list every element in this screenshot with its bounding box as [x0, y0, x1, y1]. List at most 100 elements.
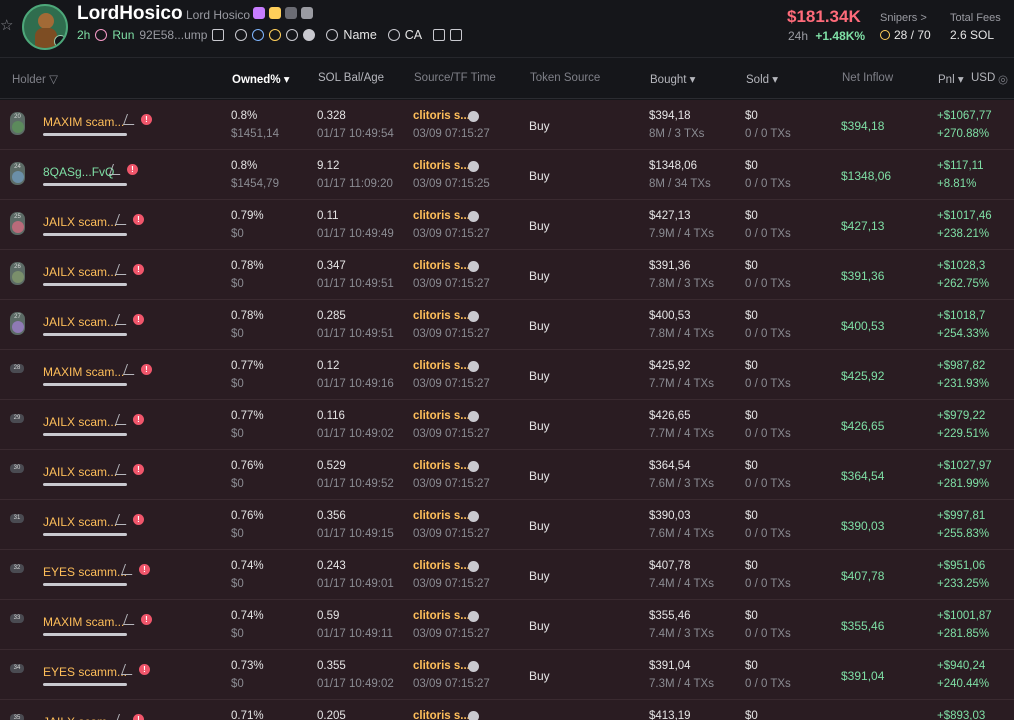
source-menu-icon[interactable]: [468, 111, 479, 122]
col-bought[interactable]: Bought ▾: [650, 72, 695, 86]
alert-icon[interactable]: !: [133, 414, 144, 425]
table-row[interactable]: 30 JAILX scam... ! 0.76% $0 0.529 01/17 …: [0, 450, 1014, 500]
funding-source[interactable]: clitoris s...: [413, 410, 470, 422]
col-sold[interactable]: Sold ▾: [746, 72, 778, 86]
search-ca-link[interactable]: CA: [405, 28, 422, 42]
source-menu-icon[interactable]: [468, 361, 479, 372]
table-row[interactable]: 33 MAXIM scam... ! 0.74% $0 0.59 01/17 1…: [0, 600, 1014, 650]
funding-source[interactable]: clitoris s...: [413, 660, 470, 672]
holder-name[interactable]: JAILX scam...: [43, 515, 117, 529]
holder-name[interactable]: JAILX scam...: [43, 265, 117, 279]
alert-icon[interactable]: !: [139, 564, 150, 575]
holder-name[interactable]: EYES scamm...: [43, 565, 127, 579]
telegram-icon[interactable]: [286, 29, 299, 41]
edit-icon[interactable]: [122, 114, 139, 125]
holder-name[interactable]: MAXIM scam...: [43, 365, 124, 379]
token-avatar[interactable]: [22, 4, 68, 50]
table-row[interactable]: 34 EYES scamm... ! 0.73% $0 0.355 01/17 …: [0, 650, 1014, 700]
table-row[interactable]: 25 JAILX scam... ! 0.79% $0 0.11 01/17 1…: [0, 200, 1014, 250]
funding-source[interactable]: clitoris s...: [413, 210, 470, 222]
globe-icon[interactable]: [235, 29, 248, 41]
source-menu-icon[interactable]: [468, 311, 479, 322]
table-row[interactable]: 24 8QASg...FvQ ! 0.8% $1454,79 9.12 01/1…: [0, 150, 1014, 200]
snipers-link[interactable]: Snipers >: [880, 12, 927, 24]
alert-icon[interactable]: !: [141, 614, 152, 625]
alert-icon[interactable]: !: [141, 364, 152, 375]
table-row[interactable]: 27 JAILX scam... ! 0.78% $0 0.285 01/17 …: [0, 300, 1014, 350]
holder-name[interactable]: MAXIM scam...: [43, 115, 124, 129]
alert-icon[interactable]: !: [139, 664, 150, 675]
edit-icon[interactable]: [108, 164, 125, 175]
table-row[interactable]: 29 JAILX scam... ! 0.77% $0 0.116 01/17 …: [0, 400, 1014, 450]
col-owned[interactable]: Owned% ▾: [232, 72, 290, 86]
token-address[interactable]: 92E58...ump: [139, 28, 207, 42]
source-menu-icon[interactable]: [468, 461, 479, 472]
alert-icon[interactable]: !: [133, 264, 144, 275]
funding-source[interactable]: clitoris s...: [413, 560, 470, 572]
edit-icon[interactable]: [120, 564, 137, 575]
external-link-icon[interactable]: [433, 29, 446, 41]
search-name-icon[interactable]: [326, 29, 339, 41]
table-row[interactable]: 32 EYES scamm... ! 0.74% $0 0.243 01/17 …: [0, 550, 1014, 600]
copy-icon[interactable]: [212, 29, 225, 41]
col-pnl[interactable]: Pnl ▾: [938, 72, 964, 86]
funding-source[interactable]: clitoris s...: [413, 260, 470, 272]
source-menu-icon[interactable]: [468, 511, 479, 522]
alert-icon[interactable]: !: [133, 514, 144, 525]
search-ca-icon[interactable]: [387, 29, 400, 41]
holder-name[interactable]: JAILX scam...: [43, 715, 117, 720]
holder-name[interactable]: JAILX scam...: [43, 465, 117, 479]
currency-toggle[interactable]: USD: [971, 72, 995, 84]
holder-name[interactable]: JAILX scam...: [43, 315, 117, 329]
currency-icon[interactable]: ◎: [998, 72, 1008, 86]
source-menu-icon[interactable]: [468, 411, 479, 422]
holder-name[interactable]: EYES scamm...: [43, 665, 127, 679]
edit-icon[interactable]: [114, 414, 131, 425]
alert-icon[interactable]: !: [127, 164, 138, 175]
source-menu-icon[interactable]: [468, 561, 479, 572]
funding-source[interactable]: clitoris s...: [413, 110, 470, 122]
funding-source[interactable]: clitoris s...: [413, 310, 470, 322]
search-name-link[interactable]: Name: [343, 28, 376, 42]
alert-icon[interactable]: !: [133, 464, 144, 475]
source-menu-icon[interactable]: [468, 161, 479, 172]
col-source[interactable]: Source/TF Time: [414, 72, 496, 84]
col-holder[interactable]: Holder ▽: [12, 72, 58, 86]
edit-icon[interactable]: [114, 314, 131, 325]
holder-name[interactable]: MAXIM scam...: [43, 615, 124, 629]
source-menu-icon[interactable]: [468, 611, 479, 622]
alert-icon[interactable]: !: [133, 214, 144, 225]
holder-name[interactable]: JAILX scam...: [43, 415, 117, 429]
edit-icon[interactable]: [120, 664, 137, 675]
table-row[interactable]: 31 JAILX scam... ! 0.76% $0 0.356 01/17 …: [0, 500, 1014, 550]
funding-source[interactable]: clitoris s...: [413, 160, 470, 172]
edit-icon[interactable]: [114, 264, 131, 275]
source-menu-icon[interactable]: [468, 211, 479, 222]
funding-source[interactable]: clitoris s...: [413, 460, 470, 472]
table-row[interactable]: 28 MAXIM scam... ! 0.77% $0 0.12 01/17 1…: [0, 350, 1014, 400]
user-icon[interactable]: [252, 29, 265, 41]
funding-source[interactable]: clitoris s...: [413, 360, 470, 372]
funding-source[interactable]: clitoris s...: [413, 710, 470, 720]
edit-icon[interactable]: [114, 464, 131, 475]
funding-source[interactable]: clitoris s...: [413, 610, 470, 622]
table-row[interactable]: 20 MAXIM scam... ! 0.8% $1451,14 0.328 0…: [0, 100, 1014, 150]
edit-icon[interactable]: [114, 714, 131, 720]
alert-icon[interactable]: !: [133, 714, 144, 720]
table-row[interactable]: 35 JAILX scam... ! 0.71% $0 0.205 01/17 …: [0, 700, 1014, 720]
funding-source[interactable]: clitoris s...: [413, 510, 470, 522]
source-menu-icon[interactable]: [468, 661, 479, 672]
edit-icon[interactable]: [114, 514, 131, 525]
alert-icon[interactable]: !: [141, 114, 152, 125]
source-menu-icon[interactable]: [468, 711, 479, 720]
table-row[interactable]: 26 JAILX scam... ! 0.78% $0 0.347 01/17 …: [0, 250, 1014, 300]
warning-icon[interactable]: [269, 29, 282, 41]
alert-icon[interactable]: !: [133, 314, 144, 325]
edit-icon[interactable]: [114, 214, 131, 225]
edit-icon[interactable]: [122, 614, 139, 625]
star-icon[interactable]: ☆: [0, 16, 13, 34]
holder-name[interactable]: JAILX scam...: [43, 215, 117, 229]
source-menu-icon[interactable]: [468, 261, 479, 272]
crown-icon[interactable]: [450, 29, 463, 41]
holder-name[interactable]: 8QASg...FvQ: [43, 165, 114, 179]
